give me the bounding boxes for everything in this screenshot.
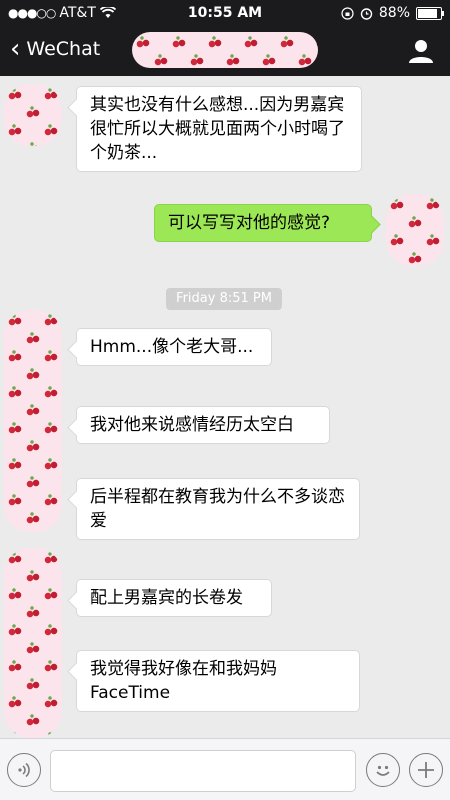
message-bubble-received[interactable]: 配上男嘉宾的长卷发 bbox=[76, 579, 272, 617]
back-label: WeChat bbox=[26, 38, 101, 60]
person-icon[interactable] bbox=[408, 38, 434, 64]
alarm-icon bbox=[360, 7, 373, 20]
message-bubble-sent[interactable]: 可以写写对他的感觉? bbox=[154, 204, 372, 242]
nav-bar: ‹ WeChat bbox=[0, 26, 450, 76]
orientation-lock-icon bbox=[341, 6, 354, 20]
contact-avatar[interactable] bbox=[4, 310, 62, 532]
contact-avatar[interactable] bbox=[4, 84, 62, 146]
plus-icon bbox=[418, 762, 434, 778]
message-input[interactable] bbox=[50, 750, 356, 792]
input-bar bbox=[0, 738, 450, 800]
status-bar: ●●●○○ AT&T 10:55 AM 88% bbox=[0, 0, 450, 26]
message-bubble-received[interactable]: 后半程都在教育我为什么不多谈恋爱 bbox=[76, 478, 360, 540]
message-timestamp: Friday 8:51 PM bbox=[166, 288, 282, 310]
chat-area[interactable]: 其实也没有什么感想...因为男嘉宾很忙所以大概就见面两个小时喝了个奶茶... 可… bbox=[0, 76, 450, 738]
message-bubble-received[interactable]: 其实也没有什么感想...因为男嘉宾很忙所以大概就见面两个小时喝了个奶茶... bbox=[76, 86, 362, 172]
voice-button[interactable] bbox=[7, 753, 41, 787]
back-button[interactable]: ‹ WeChat bbox=[10, 34, 101, 64]
message-bubble-received[interactable]: 我对他来说感情经历太空白 bbox=[76, 406, 330, 444]
battery-percentage: 88% bbox=[378, 5, 410, 21]
status-right: 88% bbox=[341, 5, 444, 21]
chevron-left-icon: ‹ bbox=[10, 34, 21, 64]
contact-name-redacted bbox=[132, 32, 318, 68]
my-avatar[interactable] bbox=[386, 194, 444, 266]
emoji-icon bbox=[376, 765, 390, 776]
message-bubble-received[interactable]: Hmm...像个老大哥... bbox=[76, 328, 272, 366]
add-button[interactable] bbox=[409, 753, 443, 787]
emoji-button[interactable] bbox=[366, 753, 400, 787]
contact-avatar[interactable] bbox=[4, 548, 62, 738]
battery-icon bbox=[416, 6, 444, 20]
voice-icon bbox=[18, 762, 30, 778]
message-bubble-received[interactable]: 我觉得我好像在和我妈妈FaceTime bbox=[76, 650, 360, 712]
